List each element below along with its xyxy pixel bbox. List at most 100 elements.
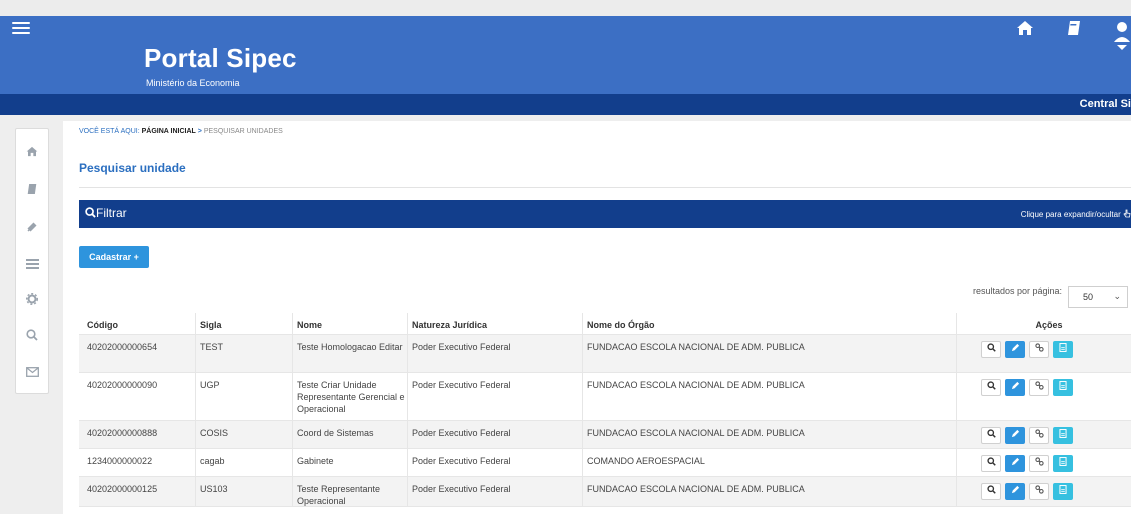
column-divider	[407, 373, 408, 420]
link-button[interactable]	[1029, 427, 1049, 444]
filter-hint-text: Clique para expandir/ocultar	[1020, 210, 1121, 219]
attach-icon[interactable]	[16, 221, 48, 236]
page-title: Pesquisar unidade	[79, 161, 186, 175]
list-icon[interactable]	[16, 257, 48, 272]
top-strip	[0, 0, 1131, 16]
link-icon	[1034, 429, 1044, 440]
filter-label-wrap: Filtrar	[85, 206, 127, 220]
column-header: Nome	[297, 320, 323, 330]
link-button[interactable]	[1029, 483, 1049, 500]
column-divider	[407, 313, 408, 334]
cell-codigo: 40202000000090	[87, 380, 158, 390]
book-icon[interactable]	[16, 183, 48, 198]
home-icon[interactable]	[16, 145, 48, 160]
column-header: Natureza Jurídica	[412, 320, 488, 330]
table-row: 40202000000654 TEST Teste Homologacao Edit…	[79, 335, 1131, 373]
edit-button[interactable]	[1005, 483, 1025, 500]
cell-sigla: TEST	[200, 342, 224, 352]
column-divider	[582, 449, 583, 476]
edit-button[interactable]	[1005, 427, 1025, 444]
table-row: 40202000000125 US103 Teste Representante O…	[79, 477, 1131, 507]
column-divider	[292, 313, 293, 334]
column-header: Sigla	[200, 320, 222, 330]
chevron-down-icon: ⌄	[1113, 291, 1121, 301]
home-icon[interactable]	[1016, 20, 1034, 40]
document-button[interactable]	[1053, 427, 1073, 444]
column-header: Nome do Órgão	[587, 320, 655, 330]
pointer-hand-icon	[1123, 209, 1131, 218]
document-button[interactable]	[1053, 379, 1073, 396]
column-divider	[292, 449, 293, 476]
column-divider	[195, 313, 196, 334]
column-header: Código	[87, 320, 118, 330]
edit-button[interactable]	[1005, 379, 1025, 396]
mail-icon[interactable]	[16, 365, 48, 380]
column-divider	[195, 335, 196, 372]
menu-icon[interactable]	[12, 22, 30, 36]
edit-button[interactable]	[1005, 455, 1025, 472]
title-divider	[79, 187, 1131, 188]
document-icon	[1059, 457, 1067, 468]
pencil-icon	[1011, 457, 1020, 468]
view-button[interactable]	[981, 379, 1001, 396]
breadcrumb-current: PESQUISAR UNIDADES	[203, 128, 283, 135]
link-button[interactable]	[1029, 341, 1049, 358]
view-button[interactable]	[981, 483, 1001, 500]
link-button[interactable]	[1029, 379, 1049, 396]
view-button[interactable]	[981, 341, 1001, 358]
app-window: Portal Sipec Ministério da Economia Cent…	[0, 0, 1131, 514]
table-header-row: Código Sigla Nome Natureza Jurídica Nome do …	[79, 313, 1131, 335]
cell-codigo: 1234000000022	[87, 456, 153, 466]
document-icon	[1059, 485, 1067, 496]
column-divider	[292, 421, 293, 448]
column-divider	[407, 477, 408, 506]
cell-codigo: 40202000000654	[87, 342, 158, 352]
book-icon[interactable]	[1067, 20, 1081, 40]
header: Portal Sipec Ministério da Economia	[0, 16, 1131, 94]
cell-orgao: FUNDACAO ESCOLA NACIONAL DE ADM. PUBLICA	[587, 428, 805, 438]
column-divider	[407, 335, 408, 372]
cell-nome: Teste Homologacao Editar	[297, 342, 403, 352]
gear-icon[interactable]	[16, 292, 48, 308]
results-per-page-value: 50	[1083, 292, 1094, 302]
column-header: Ações	[1035, 320, 1063, 330]
link-icon	[1034, 381, 1044, 392]
search-icon[interactable]	[16, 329, 48, 344]
edit-button[interactable]	[1005, 341, 1025, 358]
column-divider	[956, 477, 957, 506]
column-divider	[292, 477, 293, 506]
results-per-page-select[interactable]: 50 ⌄	[1068, 286, 1128, 308]
cell-sigla: COSIS	[200, 428, 229, 438]
document-button[interactable]	[1053, 483, 1073, 500]
cell-natureza: Poder Executivo Federal	[412, 342, 511, 352]
filter-toggle-bar[interactable]: Filtrar Clique para expandir/ocultar	[79, 200, 1131, 228]
link-button[interactable]	[1029, 455, 1049, 472]
magnifier-icon	[986, 381, 996, 392]
magnifier-icon	[986, 343, 996, 354]
breadcrumb: VOCÊ ESTÁ AQUI: PÁGINA INICIAL > PESQUIS…	[79, 128, 283, 135]
column-divider	[292, 373, 293, 420]
cell-orgao: FUNDACAO ESCOLA NACIONAL DE ADM. PUBLICA	[587, 380, 805, 390]
view-button[interactable]	[981, 455, 1001, 472]
column-divider	[956, 421, 957, 448]
cadastrar-button[interactable]: Cadastrar +	[79, 246, 149, 268]
column-divider	[195, 373, 196, 420]
document-button[interactable]	[1053, 341, 1073, 358]
column-divider	[292, 335, 293, 372]
document-icon	[1059, 343, 1067, 354]
document-icon	[1059, 381, 1067, 392]
cell-natureza: Poder Executivo Federal	[412, 456, 511, 466]
document-button[interactable]	[1053, 455, 1073, 472]
magnifier-icon	[986, 485, 996, 496]
view-button[interactable]	[981, 427, 1001, 444]
breadcrumb-home[interactable]: PÁGINA INICIAL	[142, 128, 196, 135]
system-bar-text: Central Si	[1079, 98, 1131, 110]
cell-nome: Gabinete	[297, 456, 334, 466]
user-icon[interactable]	[1113, 20, 1131, 54]
cell-natureza: Poder Executivo Federal	[412, 428, 511, 438]
search-icon	[85, 207, 96, 218]
column-divider	[582, 477, 583, 506]
table-row: 40202000000090 UGP Teste Criar Unidade Rep…	[79, 373, 1131, 421]
link-icon	[1034, 485, 1044, 496]
column-divider	[956, 335, 957, 372]
